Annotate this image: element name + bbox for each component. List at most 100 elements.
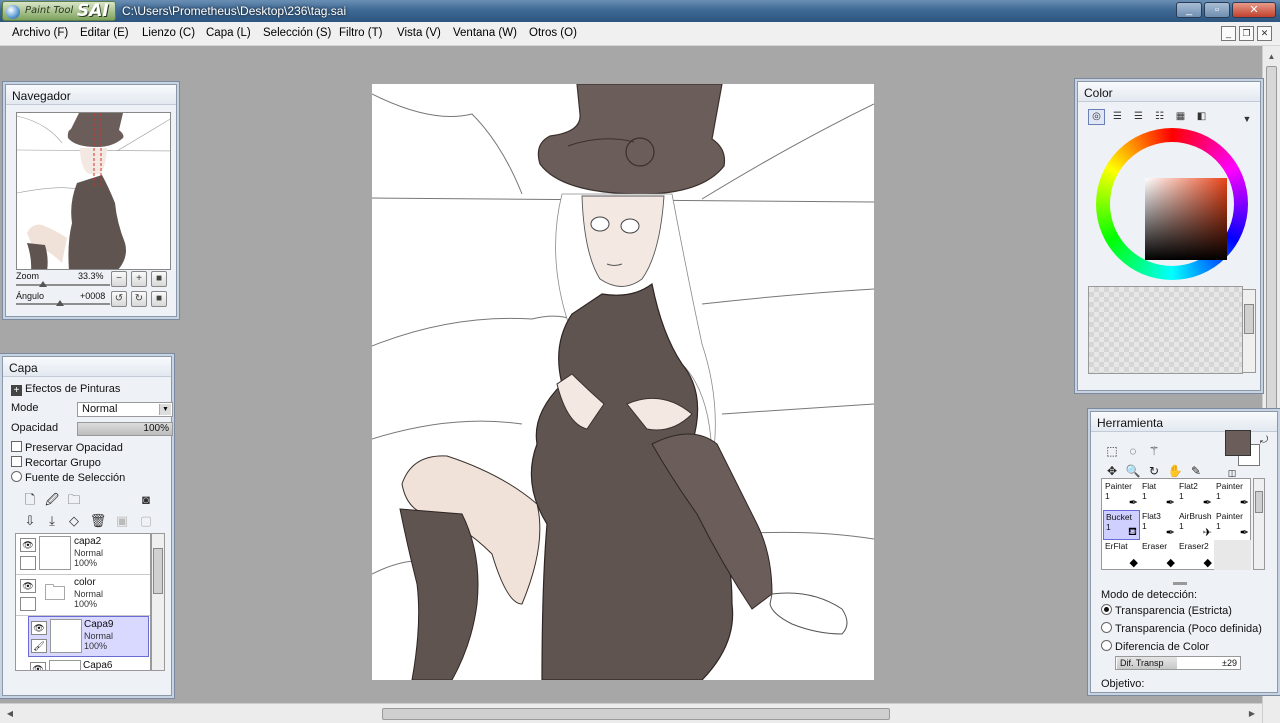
- menu-lienzo[interactable]: Lienzo (C): [142, 27, 195, 39]
- scroll-right-icon[interactable]: ▶: [1246, 708, 1258, 720]
- transparency-diff-slider[interactable]: Dif. Transp ±29: [1115, 656, 1241, 670]
- swatches-tab-icon[interactable]: ▦: [1172, 109, 1189, 125]
- maximize-button[interactable]: ▫: [1204, 2, 1230, 18]
- layer-mask-icon[interactable]: ◙: [137, 491, 155, 509]
- angle-slider-handle[interactable]: [56, 300, 64, 306]
- color-menu-icon[interactable]: ▼: [1238, 110, 1256, 128]
- hsv-sliders-tab-icon[interactable]: ☰: [1130, 109, 1147, 125]
- brush-icon: ✒: [1165, 527, 1175, 539]
- layer-item[interactable]: 👁 capa2 Normal 100%: [16, 534, 150, 575]
- opacity-slider[interactable]: 100%: [77, 422, 173, 436]
- eraser-icon: ◆: [1203, 557, 1212, 569]
- menu-archivo[interactable]: Archivo (F): [12, 27, 68, 39]
- navigator-preview[interactable]: [16, 112, 171, 270]
- drawing-canvas[interactable]: [372, 84, 874, 680]
- paint-effects-toggle[interactable]: + Efectos de Pinturas: [11, 383, 120, 396]
- detection-color-diff-radio[interactable]: Diferencia de Color: [1101, 640, 1209, 653]
- brush-slot-selected[interactable]: Bucket 1 ⛾: [1103, 510, 1140, 540]
- transfer-down-icon[interactable]: ⇩: [21, 512, 39, 530]
- layer-list-scroll-thumb[interactable]: [153, 548, 163, 594]
- brush-slot-empty[interactable]: [1214, 540, 1251, 570]
- gradient-sliders-tab-icon[interactable]: ☷: [1151, 109, 1168, 125]
- zoom-in-button[interactable]: +: [131, 271, 147, 287]
- mdi-close-button[interactable]: ✕: [1257, 26, 1272, 41]
- menu-otros[interactable]: Otros (O): [529, 27, 577, 39]
- brush-slot[interactable]: Painter 1 ✒: [1214, 510, 1251, 540]
- apply-mask-icon[interactable]: ▣: [113, 512, 131, 530]
- brush-slot[interactable]: Flat3 1 ✒: [1140, 510, 1177, 540]
- brush-slot[interactable]: AirBrush 1 ✈: [1177, 510, 1214, 540]
- eye-icon[interactable]: 👁: [20, 579, 36, 593]
- brush-slot[interactable]: Eraser ◆: [1140, 540, 1177, 570]
- detection-loose-radio[interactable]: Transparencia (Poco definida): [1101, 622, 1262, 635]
- menu-ventana[interactable]: Ventana (W): [453, 27, 517, 39]
- layer-item-selected[interactable]: 👁 🖌 Capa9 Normal 100%: [28, 616, 149, 657]
- close-button[interactable]: ✕: [1232, 2, 1276, 18]
- eye-icon[interactable]: 👁: [30, 662, 46, 670]
- layer-folder-item[interactable]: 👁 🗀 color Normal 100%: [16, 575, 150, 616]
- chevron-down-icon: ▼: [159, 404, 171, 415]
- rgb-sliders-tab-icon[interactable]: ☰: [1109, 109, 1126, 125]
- scroll-up-icon[interactable]: ▲: [1265, 50, 1278, 63]
- layer-lock-toggle[interactable]: [20, 597, 36, 611]
- lasso-icon[interactable]: ◌: [1124, 442, 1142, 460]
- scratchpad-tab-icon[interactable]: ◧: [1193, 109, 1210, 125]
- horizontal-scrollbar[interactable]: ◀ ▶: [0, 703, 1262, 723]
- new-layer-icon[interactable]: 🗋: [21, 491, 39, 509]
- horizontal-scroll-thumb[interactable]: [382, 708, 890, 720]
- eye-icon[interactable]: 👁: [20, 538, 36, 552]
- layer-list[interactable]: 👁 capa2 Normal 100% 👁 🗀 color Normal 100…: [15, 533, 151, 671]
- brush-slot[interactable]: ErFlat ◆: [1103, 540, 1140, 570]
- rotate-right-button[interactable]: ↻: [131, 291, 147, 307]
- color-scratch-area[interactable]: [1088, 286, 1243, 374]
- rotate-left-button[interactable]: ↺: [111, 291, 127, 307]
- mdi-minimize-button[interactable]: _: [1221, 26, 1236, 41]
- clip-group-checkbox[interactable]: Recortar Grupo: [11, 456, 101, 469]
- zoom-reset-button[interactable]: ■: [151, 271, 167, 287]
- magic-wand-icon[interactable]: ⚚: [1145, 442, 1163, 460]
- color-wheel-tab-icon[interactable]: ◎: [1088, 109, 1105, 125]
- brush-grid-scrollbar[interactable]: [1253, 478, 1265, 570]
- blend-mode-select[interactable]: Normal ▼: [77, 402, 173, 417]
- layer-item[interactable]: 👁 Capa6: [28, 658, 150, 670]
- menu-filtro[interactable]: Filtro (T): [339, 27, 382, 39]
- brush-slot[interactable]: Flat 1 ✒: [1140, 480, 1177, 510]
- zoom-slider-handle[interactable]: [39, 281, 47, 287]
- zoom-out-button[interactable]: −: [111, 271, 127, 287]
- swap-colors-icon[interactable]: ⤾: [1255, 432, 1273, 450]
- scroll-left-icon[interactable]: ◀: [4, 708, 16, 720]
- clear-layer-icon[interactable]: ◇: [65, 512, 83, 530]
- brush-grid-scroll-thumb[interactable]: [1255, 491, 1263, 513]
- selection-source-radio[interactable]: Fuente de Selección: [11, 471, 125, 484]
- menu-vista[interactable]: Vista (V): [397, 27, 441, 39]
- resize-grip[interactable]: [1173, 582, 1187, 585]
- new-linework-layer-icon[interactable]: 🖉: [43, 491, 61, 509]
- foreground-color-swatch[interactable]: [1225, 430, 1251, 456]
- menu-capa[interactable]: Capa (L): [206, 27, 251, 39]
- menu-seleccion[interactable]: Selección (S): [263, 27, 331, 39]
- menu-editar[interactable]: Editar (E): [80, 27, 129, 39]
- layer-list-scrollbar[interactable]: [151, 533, 165, 671]
- zoom-slider[interactable]: [16, 284, 110, 286]
- layer-lock-toggle[interactable]: [20, 556, 36, 570]
- color-area-scrollbar[interactable]: [1242, 289, 1256, 373]
- preserve-opacity-checkbox[interactable]: Preservar Opacidad: [11, 441, 123, 454]
- eye-icon[interactable]: 👁: [31, 621, 47, 635]
- saturation-value-square[interactable]: [1145, 178, 1227, 260]
- delete-layer-icon[interactable]: 🗑: [89, 512, 107, 530]
- minimize-button[interactable]: _: [1176, 2, 1202, 18]
- brush-icon[interactable]: 🖌: [31, 639, 47, 653]
- rotate-reset-button[interactable]: ■: [151, 291, 167, 307]
- rect-select-icon[interactable]: ⬚: [1103, 442, 1121, 460]
- new-folder-icon[interactable]: 🗀: [65, 491, 83, 509]
- brush-slot[interactable]: Eraser2 ◆: [1177, 540, 1214, 570]
- brush-slot[interactable]: Flat2 1 ✒: [1177, 480, 1214, 510]
- brush-slot[interactable]: Painter 1 ✒: [1214, 480, 1251, 510]
- mdi-restore-button[interactable]: ❐: [1239, 26, 1254, 41]
- delete-mask-icon[interactable]: ▢: [137, 512, 155, 530]
- color-area-scroll-thumb[interactable]: [1244, 304, 1254, 334]
- hue-wheel[interactable]: [1096, 128, 1248, 280]
- detection-strict-radio[interactable]: Transparencia (Estricta): [1101, 604, 1232, 617]
- merge-down-icon[interactable]: ⤓: [43, 512, 61, 530]
- brush-slot[interactable]: Painter 1 ✒: [1103, 480, 1140, 510]
